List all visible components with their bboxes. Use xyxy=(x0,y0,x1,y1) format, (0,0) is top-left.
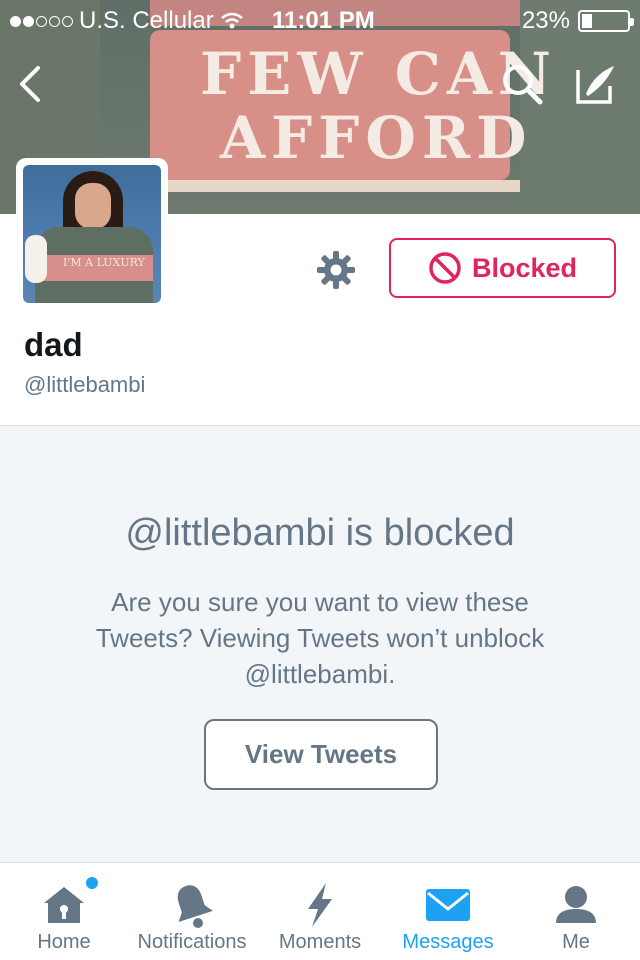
tab-bar: Home Notifications Moments Messages Me xyxy=(0,862,640,960)
tab-moments[interactable]: Moments xyxy=(256,863,384,960)
status-time: 11:01 PM xyxy=(272,7,375,34)
blocked-message: Are you sure you want to view these Twee… xyxy=(95,587,545,689)
view-tweets-button[interactable]: View Tweets xyxy=(204,719,438,790)
tab-messages-label: Messages xyxy=(402,931,494,953)
tab-home[interactable]: Home xyxy=(0,863,128,960)
status-bar: U.S. Cellular 11:01 PM 23% xyxy=(0,0,640,40)
tab-home-label: Home xyxy=(37,931,91,953)
search-icon xyxy=(503,65,543,105)
home-icon xyxy=(44,887,84,923)
banner-text-line2: AFFORD xyxy=(220,104,533,172)
home-notification-dot xyxy=(86,877,98,889)
wifi-icon xyxy=(220,12,243,29)
signal-strength xyxy=(10,15,73,27)
blocked-panel: @littlebambi is blocked Are you sure you… xyxy=(0,425,640,862)
blocked-button[interactable]: Blocked xyxy=(389,238,616,298)
back-button[interactable] xyxy=(8,60,56,108)
gear-icon xyxy=(317,251,355,289)
avatar-image: I'M A LUXURY xyxy=(23,165,161,303)
search-button[interactable] xyxy=(498,60,546,108)
battery-icon xyxy=(578,10,634,32)
battery-percent: 23% xyxy=(521,7,570,34)
envelope-icon xyxy=(426,889,470,921)
cockatoo xyxy=(25,235,47,283)
tab-messages[interactable]: Messages xyxy=(384,863,512,960)
person-icon xyxy=(556,886,596,923)
profile-handle: @littlebambi xyxy=(24,372,146,397)
bell-icon xyxy=(177,885,213,928)
avatar-sweater-text: I'M A LUXURY xyxy=(63,256,145,269)
profile-name: dad xyxy=(24,326,83,363)
tab-me-label: Me xyxy=(562,931,590,953)
settings-button[interactable] xyxy=(314,248,358,292)
tab-me[interactable]: Me xyxy=(512,863,640,960)
tab-moments-label: Moments xyxy=(278,931,362,953)
carrier-name: U.S. Cellular xyxy=(79,7,214,34)
no-entry-icon xyxy=(429,252,461,284)
compose-icon xyxy=(576,66,614,104)
compose-button[interactable] xyxy=(572,60,620,108)
blocked-label: Blocked xyxy=(471,252,578,283)
blocked-title: @littlebambi is blocked xyxy=(125,512,515,554)
tab-notifications[interactable]: Notifications xyxy=(128,863,256,960)
avatar[interactable]: I'M A LUXURY xyxy=(16,158,168,310)
chevron-left-icon xyxy=(20,66,40,102)
tab-notifications-label: Notifications xyxy=(137,931,247,953)
lightning-icon xyxy=(308,883,332,927)
